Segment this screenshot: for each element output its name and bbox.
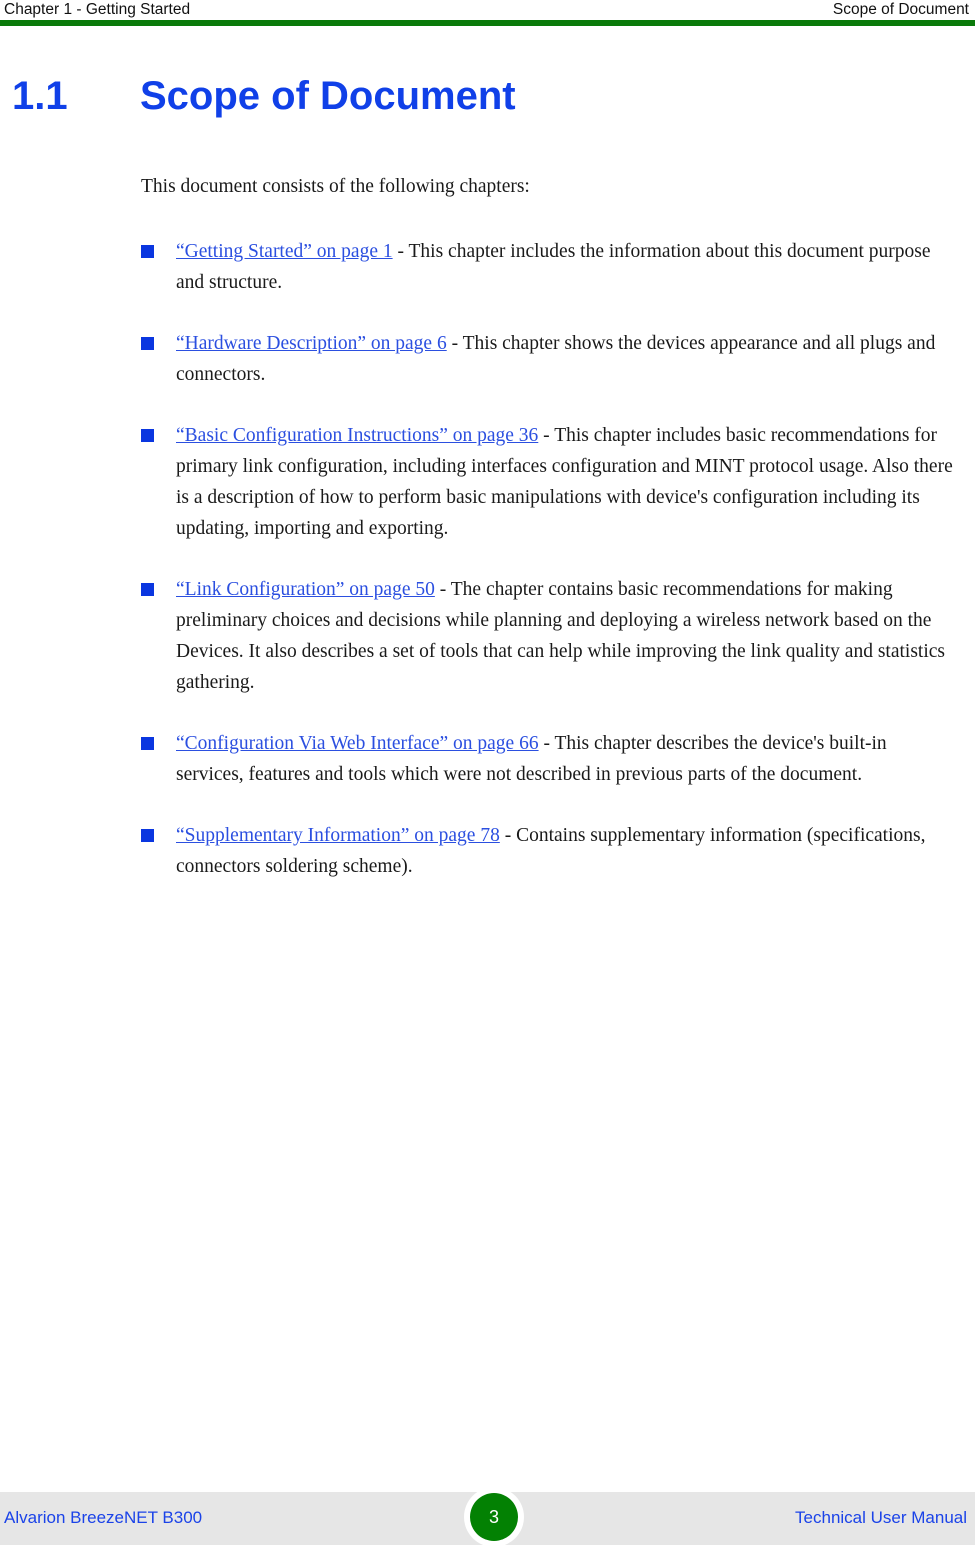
page-header: Chapter 1 - Getting Started Scope of Doc… xyxy=(0,0,975,26)
section-number: 1.1 xyxy=(12,74,68,118)
page-number-text: 3 xyxy=(488,1507,499,1527)
square-bullet-icon xyxy=(141,429,154,442)
list-item: “Link Configuration” on page 50 - The ch… xyxy=(141,574,956,698)
list-item: “Hardware Description” on page 6 - This … xyxy=(141,328,956,390)
header-divider-rule xyxy=(0,20,975,26)
list-item: “Basic Configuration Instructions” on pa… xyxy=(141,420,956,544)
page-number-badge: 3 xyxy=(464,1487,524,1547)
list-item: “Configuration Via Web Interface” on pag… xyxy=(141,728,956,790)
chapter-cross-reference-link[interactable]: “Supplementary Information” on page 78 xyxy=(176,825,500,846)
square-bullet-icon xyxy=(141,829,154,842)
square-bullet-icon xyxy=(141,583,154,596)
chapter-cross-reference-link[interactable]: “Hardware Description” on page 6 xyxy=(176,333,447,354)
page-title: 1.1 Scope of Document xyxy=(0,72,975,120)
square-bullet-icon xyxy=(141,737,154,750)
body-content: This document consists of the following … xyxy=(141,172,956,882)
chapter-list: “Getting Started” on page 1 - This chapt… xyxy=(141,236,956,882)
list-item: “Getting Started” on page 1 - This chapt… xyxy=(141,236,956,298)
intro-paragraph: This document consists of the following … xyxy=(141,176,530,197)
header-row: Chapter 1 - Getting Started Scope of Doc… xyxy=(0,0,975,20)
square-bullet-icon xyxy=(141,245,154,258)
chapter-cross-reference-link[interactable]: “Basic Configuration Instructions” on pa… xyxy=(176,425,538,446)
list-item: “Supplementary Information” on page 78 -… xyxy=(141,820,956,882)
section-heading-text: Scope of Document xyxy=(140,74,516,118)
footer-manual-label: Technical User Manual xyxy=(795,1508,967,1527)
header-section-label: Scope of Document xyxy=(832,1,969,18)
chapter-cross-reference-link[interactable]: “Getting Started” on page 1 xyxy=(176,241,393,262)
header-chapter-label: Chapter 1 - Getting Started xyxy=(4,1,191,18)
chapter-cross-reference-link[interactable]: “Configuration Via Web Interface” on pag… xyxy=(176,733,539,754)
footer-product-label: Alvarion BreezeNET B300 xyxy=(4,1508,203,1527)
page-number-circle-icon: 3 xyxy=(470,1493,518,1541)
square-bullet-icon xyxy=(141,337,154,350)
chapter-cross-reference-link[interactable]: “Link Configuration” on page 50 xyxy=(176,579,435,600)
